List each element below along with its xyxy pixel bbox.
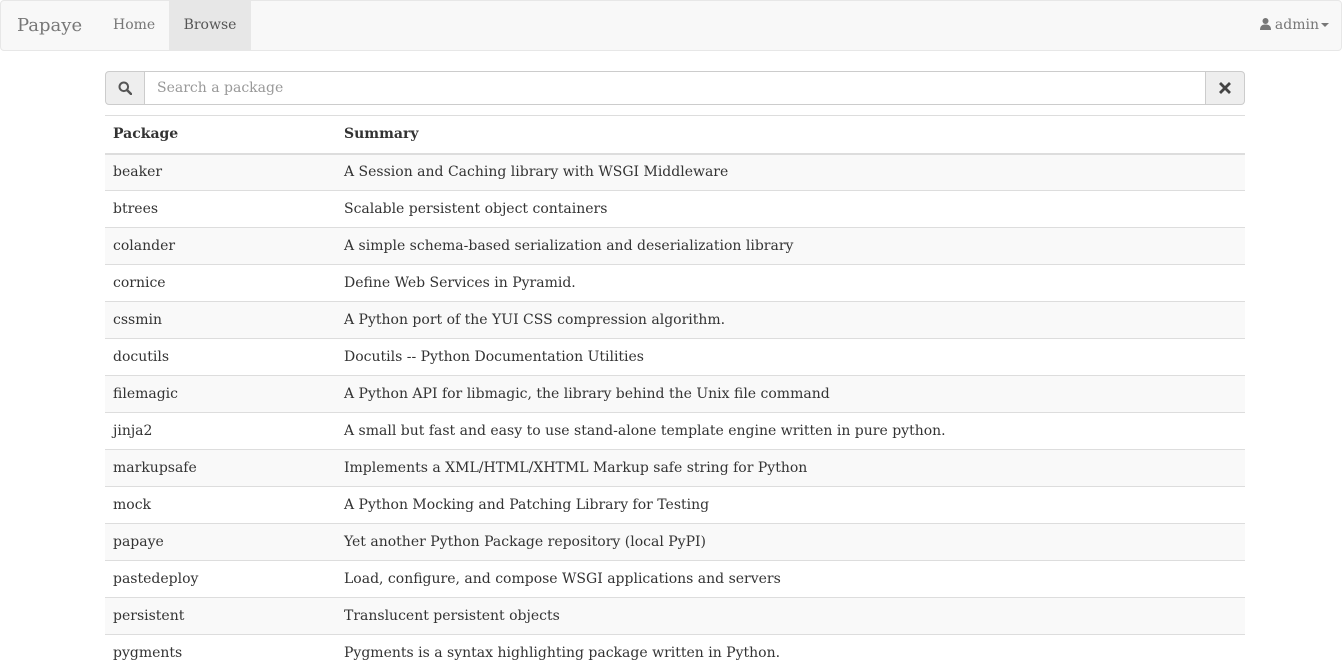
table-row[interactable]: jinja2 A small but fast and easy to use s…: [105, 412, 1245, 450]
table-row[interactable]: pygments Pygments is a syntax highlightin…: [105, 634, 1245, 672]
package-name-cell[interactable]: pastedeploy: [105, 560, 336, 598]
user-menu-label: admin: [1274, 17, 1319, 33]
table-row[interactable]: docutils Docutils -- Python Documentation…: [105, 338, 1245, 376]
close-icon: [1219, 82, 1231, 94]
package-summary-cell: A simple schema-based serialization and …: [336, 227, 1245, 265]
user-icon: [1259, 18, 1271, 30]
summary-column-header: Summary: [336, 115, 1245, 155]
package-summary-cell: Scalable persistent object containers: [336, 190, 1245, 228]
table-row[interactable]: colander A simple schema-based serializat…: [105, 227, 1245, 265]
package-summary-cell: A Python port of the YUI CSS compression…: [336, 301, 1245, 339]
brand-link[interactable]: Papaye: [17, 1, 82, 50]
package-table-body: beaker A Session and Caching library with…: [105, 153, 1245, 672]
package-name-cell[interactable]: cssmin: [105, 301, 336, 339]
package-table: Package Summary beaker A Session and Cach…: [105, 115, 1245, 672]
caret-down-icon: [1321, 23, 1329, 27]
table-row[interactable]: cornice Define Web Services in Pyramid.: [105, 264, 1245, 302]
table-row[interactable]: btrees Scalable persistent object contain…: [105, 190, 1245, 228]
package-summary-cell: Define Web Services in Pyramid.: [336, 264, 1245, 302]
search-icon: [118, 81, 132, 95]
package-name-cell[interactable]: cornice: [105, 264, 336, 302]
nav-home-link[interactable]: Home: [99, 1, 169, 50]
table-row[interactable]: markupsafe Implements a XML/HTML/XHTML Ma…: [105, 449, 1245, 487]
package-summary-cell: Pygments is a syntax highlighting packag…: [336, 634, 1245, 672]
table-row[interactable]: filemagic A Python API for libmagic, the …: [105, 375, 1245, 413]
table-row[interactable]: pastedeploy Load, configure, and compose …: [105, 560, 1245, 598]
package-summary-cell: Load, configure, and compose WSGI applic…: [336, 560, 1245, 598]
package-summary-cell: A small but fast and easy to use stand-a…: [336, 412, 1245, 450]
table-header-row: Package Summary: [105, 115, 1245, 155]
package-name-cell[interactable]: docutils: [105, 338, 336, 376]
package-name-cell[interactable]: persistent: [105, 597, 336, 635]
package-name-cell[interactable]: colander: [105, 227, 336, 265]
package-name-cell[interactable]: papaye: [105, 523, 336, 561]
user-menu-dropdown[interactable]: admin: [1259, 1, 1329, 50]
package-summary-cell: A Python Mocking and Patching Library fo…: [336, 486, 1245, 524]
package-name-cell[interactable]: jinja2: [105, 412, 336, 450]
package-name-cell[interactable]: filemagic: [105, 375, 336, 413]
search-button[interactable]: [105, 71, 145, 105]
package-name-cell[interactable]: markupsafe: [105, 449, 336, 487]
package-name-cell[interactable]: mock: [105, 486, 336, 524]
package-summary-cell: Implements a XML/HTML/XHTML Markup safe …: [336, 449, 1245, 487]
nav-browse-link[interactable]: Browse: [169, 1, 251, 50]
package-summary-cell: Docutils -- Python Documentation Utiliti…: [336, 338, 1245, 376]
clear-search-button[interactable]: [1205, 71, 1245, 105]
package-summary-cell: A Python API for libmagic, the library b…: [336, 375, 1245, 413]
table-row[interactable]: beaker A Session and Caching library with…: [105, 153, 1245, 191]
table-row[interactable]: mock A Python Mocking and Patching Librar…: [105, 486, 1245, 524]
package-name-cell[interactable]: beaker: [105, 153, 336, 191]
search-input[interactable]: [144, 71, 1206, 105]
package-column-header: Package: [105, 115, 336, 155]
table-row[interactable]: persistent Translucent persistent objects: [105, 597, 1245, 635]
package-summary-cell: A Session and Caching library with WSGI …: [336, 153, 1245, 191]
table-row[interactable]: papaye Yet another Python Package reposit…: [105, 523, 1245, 561]
table-row[interactable]: cssmin A Python port of the YUI CSS compr…: [105, 301, 1245, 339]
package-name-cell[interactable]: pygments: [105, 634, 336, 672]
package-summary-cell: Yet another Python Package repository (l…: [336, 523, 1245, 561]
search-group: [105, 71, 1245, 105]
package-summary-cell: Translucent persistent objects: [336, 597, 1245, 635]
package-name-cell[interactable]: btrees: [105, 190, 336, 228]
navbar: Papaye Home Browse admin: [0, 0, 1342, 51]
